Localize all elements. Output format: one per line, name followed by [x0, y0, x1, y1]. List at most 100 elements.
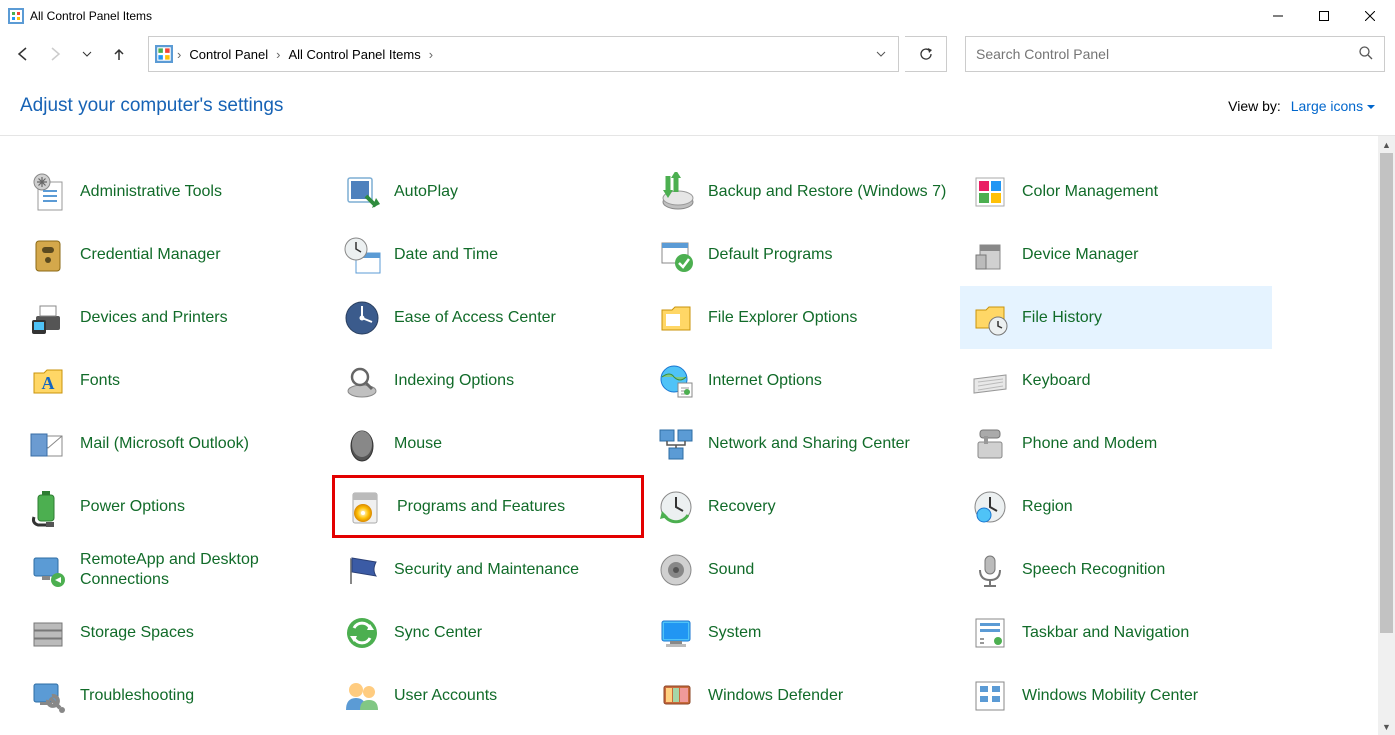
- control-panel-item[interactable]: Phone and Modem: [960, 412, 1272, 475]
- minimize-button[interactable]: [1255, 1, 1301, 31]
- control-panel-item[interactable]: Windows Defender: [646, 664, 958, 727]
- breadcrumb-chevron-icon[interactable]: ›: [274, 47, 282, 62]
- keyboard-icon: [968, 359, 1012, 403]
- item-label: Sound: [708, 560, 754, 579]
- item-label: Ease of Access Center: [394, 308, 556, 327]
- viewby-dropdown[interactable]: Large icons: [1291, 98, 1375, 114]
- recent-locations-button[interactable]: [74, 41, 100, 67]
- devicemgr-icon: [968, 233, 1012, 277]
- control-panel-item[interactable]: Windows Mobility Center: [960, 664, 1272, 727]
- control-panel-item[interactable]: Power Options: [18, 475, 330, 538]
- control-panel-item[interactable]: Device Manager: [960, 223, 1272, 286]
- item-label: Security and Maintenance: [394, 560, 579, 579]
- item-label: Device Manager: [1022, 245, 1139, 264]
- maximize-button[interactable]: [1301, 1, 1347, 31]
- breadcrumb-all-items[interactable]: All Control Panel Items: [282, 47, 426, 62]
- item-label: Internet Options: [708, 371, 822, 390]
- item-label: Windows Mobility Center: [1022, 686, 1198, 705]
- users-icon: [340, 674, 384, 718]
- breadcrumb-chevron-icon[interactable]: ›: [427, 47, 435, 62]
- item-label: File History: [1022, 308, 1102, 327]
- autoplay-icon: [340, 170, 384, 214]
- devprint-icon: [26, 296, 70, 340]
- header-bar: Adjust your computer's settings View by:…: [0, 76, 1395, 136]
- control-panel-item[interactable]: Storage Spaces: [18, 601, 330, 664]
- control-panel-item[interactable]: User Accounts: [332, 664, 644, 727]
- address-dropdown-icon[interactable]: [870, 47, 892, 62]
- item-label: Mouse: [394, 434, 442, 453]
- close-button[interactable]: [1347, 1, 1393, 31]
- control-panel-item[interactable]: Indexing Options: [332, 349, 644, 412]
- item-label: User Accounts: [394, 686, 497, 705]
- breadcrumb-chevron-icon[interactable]: ›: [175, 47, 183, 62]
- datetime-icon: [340, 233, 384, 277]
- control-panel-item[interactable]: Taskbar and Navigation: [960, 601, 1272, 664]
- control-panel-item[interactable]: Mail (Microsoft Outlook): [18, 412, 330, 475]
- control-panel-item[interactable]: Programs and Features: [332, 475, 644, 538]
- scroll-thumb[interactable]: [1380, 153, 1393, 633]
- up-button[interactable]: [106, 41, 132, 67]
- network-icon: [654, 422, 698, 466]
- programs-icon: [343, 485, 387, 529]
- control-panel-item[interactable]: Sound: [646, 538, 958, 601]
- control-panel-item[interactable]: Credential Manager: [18, 223, 330, 286]
- search-input[interactable]: [976, 46, 1358, 62]
- security-icon: [340, 548, 384, 592]
- breadcrumb-control-panel[interactable]: Control Panel: [183, 47, 274, 62]
- address-bar[interactable]: › Control Panel › All Control Panel Item…: [148, 36, 899, 72]
- back-button[interactable]: [10, 41, 36, 67]
- item-label: Windows Defender: [708, 686, 843, 705]
- control-panel-item[interactable]: Devices and Printers: [18, 286, 330, 349]
- control-panel-item[interactable]: Network and Sharing Center: [646, 412, 958, 475]
- item-label: Speech Recognition: [1022, 560, 1165, 579]
- control-panel-item[interactable]: Recovery: [646, 475, 958, 538]
- control-panel-item[interactable]: File Explorer Options: [646, 286, 958, 349]
- control-panel-item[interactable]: Internet Options: [646, 349, 958, 412]
- control-panel-item[interactable]: Date and Time: [332, 223, 644, 286]
- search-box[interactable]: [965, 36, 1385, 72]
- viewby-label: View by:: [1228, 98, 1281, 114]
- content-area: Administrative Tools AutoPlay Backup and R…: [0, 136, 1395, 735]
- control-panel-item[interactable]: Speech Recognition: [960, 538, 1272, 601]
- control-panel-item[interactable]: Administrative Tools: [18, 160, 330, 223]
- search-icon[interactable]: [1358, 45, 1374, 64]
- recovery-icon: [654, 485, 698, 529]
- item-label: File Explorer Options: [708, 308, 857, 327]
- control-panel-item[interactable]: RemoteApp and Desktop Connections: [18, 538, 330, 601]
- control-panel-item[interactable]: File History: [960, 286, 1272, 349]
- remoteapp-icon: [26, 548, 70, 592]
- forward-button[interactable]: [42, 41, 68, 67]
- control-panel-item[interactable]: Color Management: [960, 160, 1272, 223]
- mail-icon: [26, 422, 70, 466]
- control-panel-item[interactable]: Troubleshooting: [18, 664, 330, 727]
- mobility-icon: [968, 674, 1012, 718]
- control-panel-item[interactable]: Sync Center: [332, 601, 644, 664]
- admin-tools-icon: [26, 170, 70, 214]
- item-label: Keyboard: [1022, 371, 1091, 390]
- scroll-up-button[interactable]: ▲: [1378, 136, 1395, 153]
- item-label: Color Management: [1022, 182, 1158, 201]
- control-panel-item[interactable]: Ease of Access Center: [332, 286, 644, 349]
- item-label: Default Programs: [708, 245, 833, 264]
- control-panel-item[interactable]: Fonts: [18, 349, 330, 412]
- item-label: Phone and Modem: [1022, 434, 1157, 453]
- internet-icon: [654, 359, 698, 403]
- window-title: All Control Panel Items: [30, 9, 1255, 23]
- control-panel-item[interactable]: Default Programs: [646, 223, 958, 286]
- control-panel-item[interactable]: Mouse: [332, 412, 644, 475]
- control-panel-item[interactable]: Region: [960, 475, 1272, 538]
- defaults-icon: [654, 233, 698, 277]
- scrollbar[interactable]: ▲ ▼: [1378, 136, 1395, 735]
- item-label: Troubleshooting: [80, 686, 194, 705]
- item-label: AutoPlay: [394, 182, 458, 201]
- control-panel-item[interactable]: Security and Maintenance: [332, 538, 644, 601]
- fonts-icon: [26, 359, 70, 403]
- control-panel-item[interactable]: AutoPlay: [332, 160, 644, 223]
- page-heading: Adjust your computer's settings: [20, 95, 283, 117]
- item-label: Power Options: [80, 497, 185, 516]
- control-panel-item[interactable]: Backup and Restore (Windows 7): [646, 160, 958, 223]
- control-panel-item[interactable]: System: [646, 601, 958, 664]
- control-panel-item[interactable]: Keyboard: [960, 349, 1272, 412]
- refresh-button[interactable]: [905, 36, 947, 72]
- scroll-down-button[interactable]: ▼: [1378, 718, 1395, 735]
